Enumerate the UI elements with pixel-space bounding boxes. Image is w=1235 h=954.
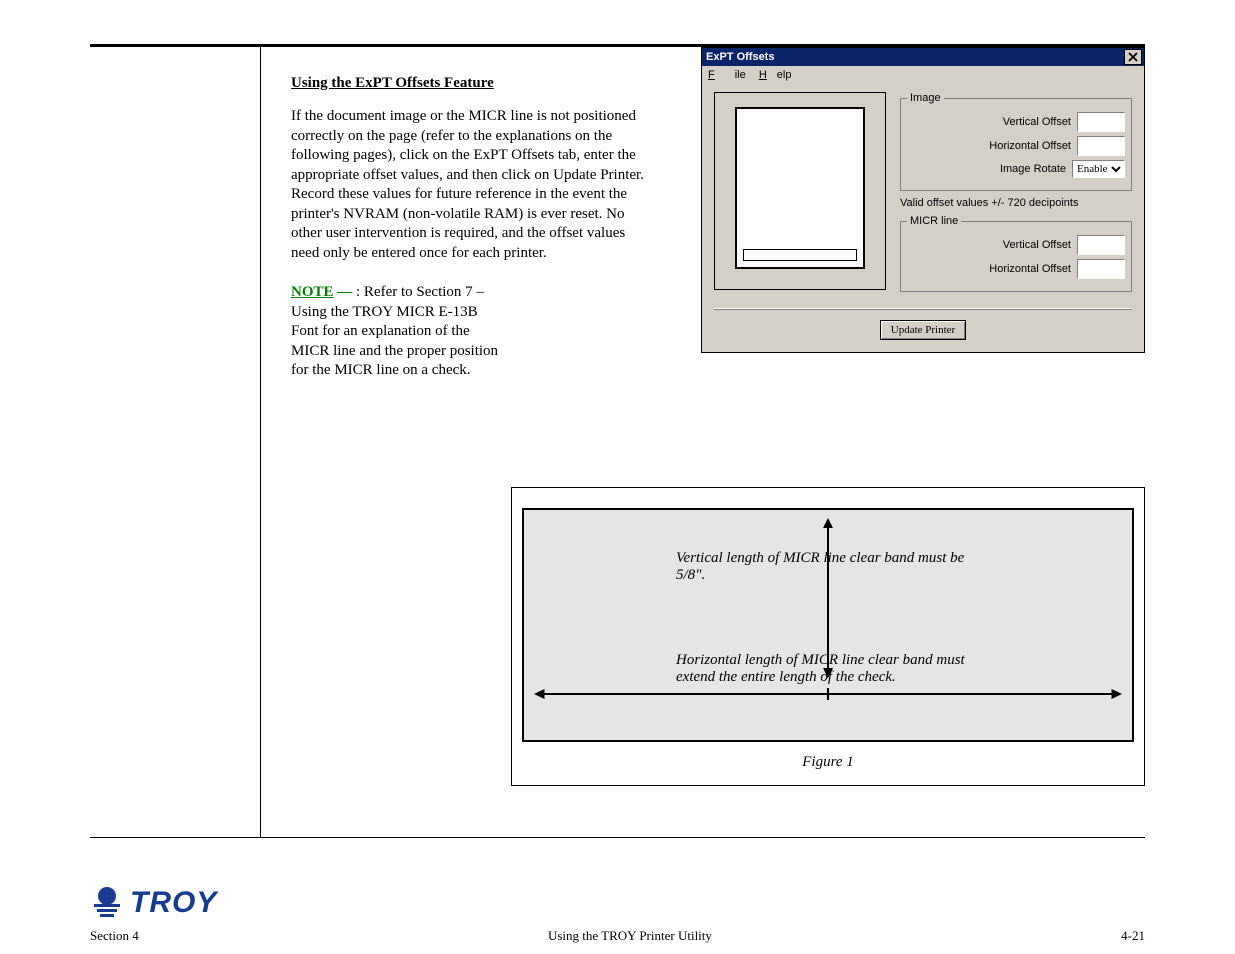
figure-horz-label: Horizontal length of MICR line clear ban… (676, 652, 980, 686)
group-micr: MICR line Vertical Offset Horizontal Off… (900, 215, 1132, 292)
group-image: Image Vertical Offset Horizontal Offset (900, 92, 1132, 191)
menubar: File Help (702, 66, 1144, 84)
figure-diagram: Vertical length of MICR line clear band … (522, 508, 1134, 742)
menu-file[interactable]: File (708, 69, 746, 81)
image-rotate-label: Image Rotate (1000, 163, 1066, 175)
micr-vert-label: Vertical Offset (1003, 239, 1071, 251)
preview-micr-bar (743, 249, 857, 261)
image-rotate-select[interactable]: Enable (1072, 160, 1125, 178)
page-footer: Section 4 Using the TROY Printer Utility… (90, 928, 1145, 944)
image-vert-input[interactable] (1077, 112, 1125, 132)
note-dash: — (334, 284, 357, 300)
micr-horz-input[interactable] (1077, 259, 1125, 279)
brand-text: TROY (130, 886, 217, 920)
footer-left: Section 4 (90, 928, 139, 944)
note-label: NOTE (291, 284, 334, 300)
image-vert-label: Vertical Offset (1003, 116, 1071, 128)
expt-offsets-dialog: ExPT Offsets File Help (701, 47, 1145, 353)
close-icon[interactable] (1124, 49, 1142, 65)
footer-center: Using the TROY Printer Utility (548, 928, 712, 944)
arrow-horizontal-icon (534, 686, 1122, 702)
sidebar-spacer (90, 47, 261, 837)
offset-hint: Valid offset values +/- 720 decipoints (900, 197, 1132, 209)
image-horz-label: Horizontal Offset (989, 140, 1071, 152)
section-paragraph: If the document image or the MICR line i… (291, 107, 651, 263)
menu-help[interactable]: Help (759, 69, 792, 81)
footer-pagenum: 4-21 (1121, 928, 1145, 944)
figure-vert-label: Vertical length of MICR line clear band … (676, 550, 980, 584)
logo-icon (90, 886, 124, 920)
micr-horz-label: Horizontal Offset (989, 263, 1071, 275)
figure-caption: Figure 1 (522, 754, 1134, 771)
page-preview (714, 92, 886, 290)
group-micr-legend: MICR line (907, 215, 961, 227)
note-block: NOTE — : Refer to Section 7 – Using the … (291, 283, 499, 381)
update-printer-button[interactable]: Update Printer (880, 320, 966, 340)
group-image-legend: Image (907, 92, 944, 104)
micr-vert-input[interactable] (1077, 235, 1125, 255)
image-horz-input[interactable] (1077, 136, 1125, 156)
titlebar: ExPT Offsets (702, 48, 1144, 66)
dialog-title: ExPT Offsets (706, 48, 774, 66)
figure-container: Vertical length of MICR line clear band … (511, 487, 1145, 786)
brand-logo: TROY (90, 886, 217, 920)
